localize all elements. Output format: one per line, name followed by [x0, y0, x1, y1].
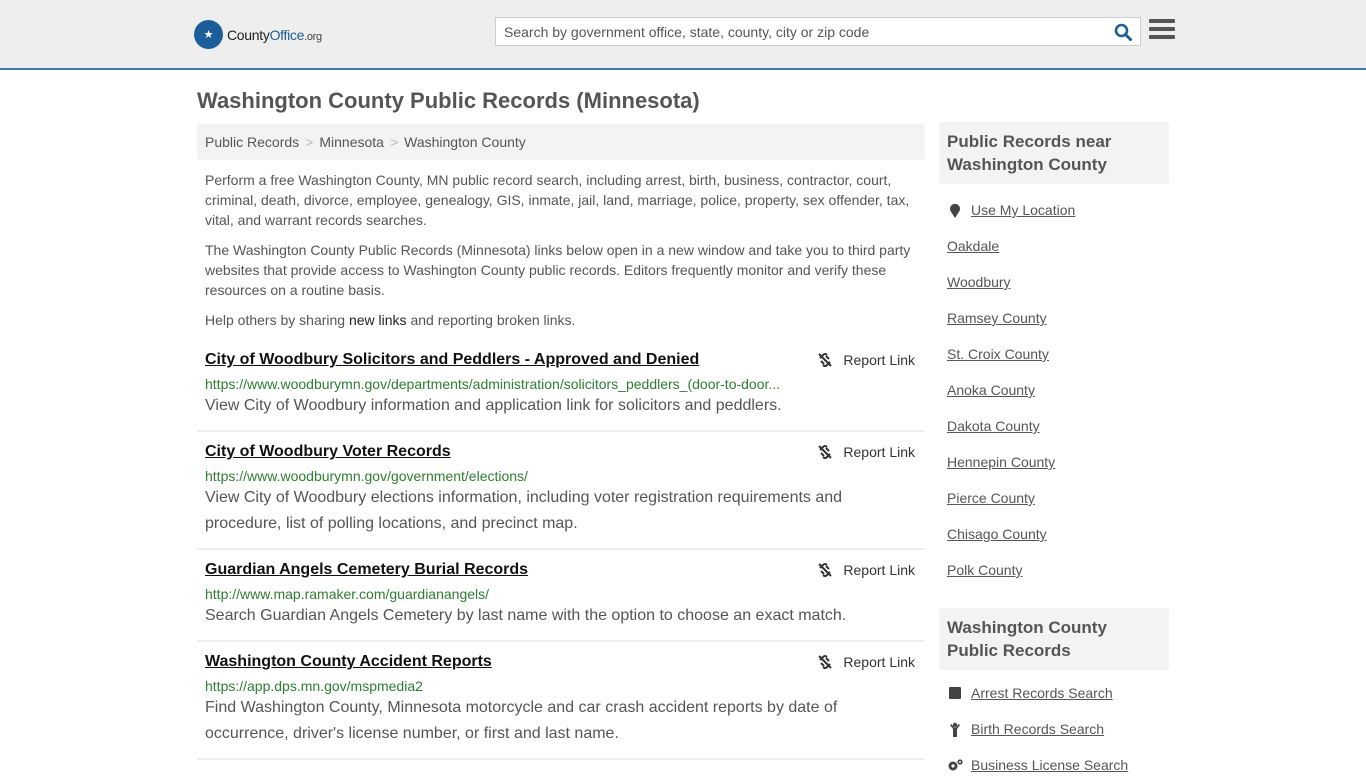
report-link-button[interactable]: Report Link	[817, 444, 915, 460]
report-link-label: Report Link	[843, 562, 915, 578]
report-link-button[interactable]: Report Link	[817, 562, 915, 578]
share-note: Help others by sharing new links and rep…	[205, 310, 920, 330]
menu-bar	[1149, 27, 1175, 31]
result-url: https://app.dps.mn.gov/mspmedia2	[205, 678, 423, 694]
nearby-item: Anoka County	[947, 372, 1161, 408]
result-description: Find Washington County, Minnesota motorc…	[205, 699, 838, 742]
search-icon	[1114, 23, 1132, 41]
result-description: View City of Woodbury elections informat…	[205, 489, 843, 532]
nearby-item: St. Croix County	[947, 336, 1161, 372]
result-title-link[interactable]: City of Woodbury Solicitors and Peddlers…	[205, 350, 699, 370]
result-url: https://www.woodburymn.gov/government/el…	[205, 468, 528, 484]
site-logo[interactable]: ★ CountyOffice.org	[194, 20, 322, 49]
report-link-button[interactable]: Report Link	[817, 352, 915, 368]
intro-paragraph: The Washington County Public Records (Mi…	[205, 242, 911, 298]
use-my-location-link[interactable]: Use My Location	[971, 202, 1075, 218]
child-icon	[947, 722, 963, 737]
nearby-link-woodbury[interactable]: Woodbury	[947, 274, 1011, 290]
report-link-label: Report Link	[843, 352, 915, 368]
business-license-link[interactable]: Business License Search	[971, 757, 1128, 773]
breadcrumb-separator: >	[389, 134, 399, 150]
search-input[interactable]	[496, 18, 1106, 45]
result-item: City of Woodbury Voter Records Report Li…	[197, 432, 925, 550]
breadcrumb-separator: >	[305, 134, 314, 150]
nearby-item: Polk County	[947, 552, 1161, 588]
broken-link-icon	[818, 655, 833, 669]
logo-text: CountyOffice.org	[227, 26, 322, 43]
report-link-label: Report Link	[843, 444, 915, 460]
sidebar-records-heading: Washington County Public Records	[939, 608, 1169, 670]
records-item: Birth Records Search	[947, 711, 1161, 747]
nearby-link-dakota-county[interactable]: Dakota County	[947, 418, 1040, 434]
result-url: https://www.woodburymn.gov/departments/a…	[205, 376, 781, 392]
birth-records-link[interactable]: Birth Records Search	[971, 721, 1104, 737]
broken-link-icon	[818, 563, 833, 577]
use-location-item: Use My Location	[947, 192, 1161, 228]
nearby-item: Oakdale	[947, 228, 1161, 264]
logo-eagle-icon: ★	[194, 20, 223, 49]
broken-link-icon	[818, 445, 833, 459]
search-box	[495, 17, 1141, 46]
arrest-records-link[interactable]: Arrest Records Search	[971, 685, 1113, 701]
share-text: Help others by sharing	[205, 312, 349, 328]
records-item: Business License Search	[947, 747, 1161, 783]
breadcrumb: Public Records > Minnesota > Washington Coun…	[197, 124, 925, 160]
hamburger-menu-button[interactable]	[1149, 19, 1175, 43]
nearby-item: Hennepin County	[947, 444, 1161, 480]
cogs-icon	[947, 758, 963, 772]
result-title-link[interactable]: City of Woodbury Voter Records	[205, 442, 451, 462]
results-list: City of Woodbury Solicitors and Peddlers…	[197, 340, 925, 760]
nearby-link-polk-county[interactable]: Polk County	[947, 562, 1022, 578]
result-item: Washington County Accident Reports Repor…	[197, 642, 925, 760]
map-marker-icon	[947, 203, 963, 218]
new-links-link[interactable]: new links	[349, 312, 407, 328]
intro: Perform a free Washington County, MN pub…	[205, 170, 920, 340]
breadcrumb-minnesota[interactable]: Minnesota	[319, 134, 384, 150]
nearby-item: Dakota County	[947, 408, 1161, 444]
breadcrumb-washington-county[interactable]: Washington County	[404, 134, 526, 150]
nearby-link-ramsey-county[interactable]: Ramsey County	[947, 310, 1047, 326]
nearby-item: Chisago County	[947, 516, 1161, 552]
sidebar-nearby-heading: Public Records near Washington County	[939, 122, 1169, 184]
hamburger-menu-icon	[1149, 19, 1175, 23]
result-description: Search Guardian Angels Cemetery by last …	[205, 607, 847, 624]
result-item: Guardian Angels Cemetery Burial Records …	[197, 550, 925, 642]
breadcrumb-public-records[interactable]: Public Records	[205, 134, 299, 150]
nearby-link-anoka-county[interactable]: Anoka County	[947, 382, 1035, 398]
nearby-item: Woodbury	[947, 264, 1161, 300]
nearby-link-chisago-county[interactable]: Chisago County	[947, 526, 1047, 542]
records-list: Arrest Records Search Birth Records Sear…	[939, 670, 1169, 783]
square-icon	[947, 687, 963, 699]
page-title: Washington County Public Records (Minnes…	[197, 88, 700, 113]
nearby-link-pierce-county[interactable]: Pierce County	[947, 490, 1035, 506]
intro-paragraph: Perform a free Washington County, MN pub…	[205, 172, 910, 228]
result-item: City of Woodbury Solicitors and Peddlers…	[197, 340, 925, 432]
records-item: Arrest Records Search	[947, 675, 1161, 711]
result-title-link[interactable]: Washington County Accident Reports	[205, 652, 492, 672]
sidebar-records: Washington County Public Records Arrest …	[939, 608, 1169, 783]
result-title-link[interactable]: Guardian Angels Cemetery Burial Records	[205, 560, 528, 580]
nearby-link-st-croix-county[interactable]: St. Croix County	[947, 346, 1049, 362]
result-url: http://www.map.ramaker.com/guardianangel…	[205, 586, 490, 602]
sidebar-nearby: Public Records near Washington County Us…	[939, 122, 1169, 588]
report-link-label: Report Link	[843, 654, 915, 670]
nearby-link-oakdale[interactable]: Oakdale	[947, 238, 999, 254]
nearby-item: Pierce County	[947, 480, 1161, 516]
search-button[interactable]	[1106, 18, 1140, 45]
result-description: View City of Woodbury information and ap…	[205, 397, 782, 414]
menu-bar	[1149, 35, 1175, 39]
top-bar: ★ CountyOffice.org	[0, 0, 1366, 70]
broken-link-icon	[818, 353, 833, 367]
nearby-list: Use My Location Oakdale Woodbury Ramsey …	[939, 184, 1169, 588]
share-text: and reporting broken links.	[406, 312, 576, 328]
nearby-link-hennepin-county[interactable]: Hennepin County	[947, 454, 1055, 470]
nearby-item: Ramsey County	[947, 300, 1161, 336]
report-link-button[interactable]: Report Link	[817, 654, 915, 670]
